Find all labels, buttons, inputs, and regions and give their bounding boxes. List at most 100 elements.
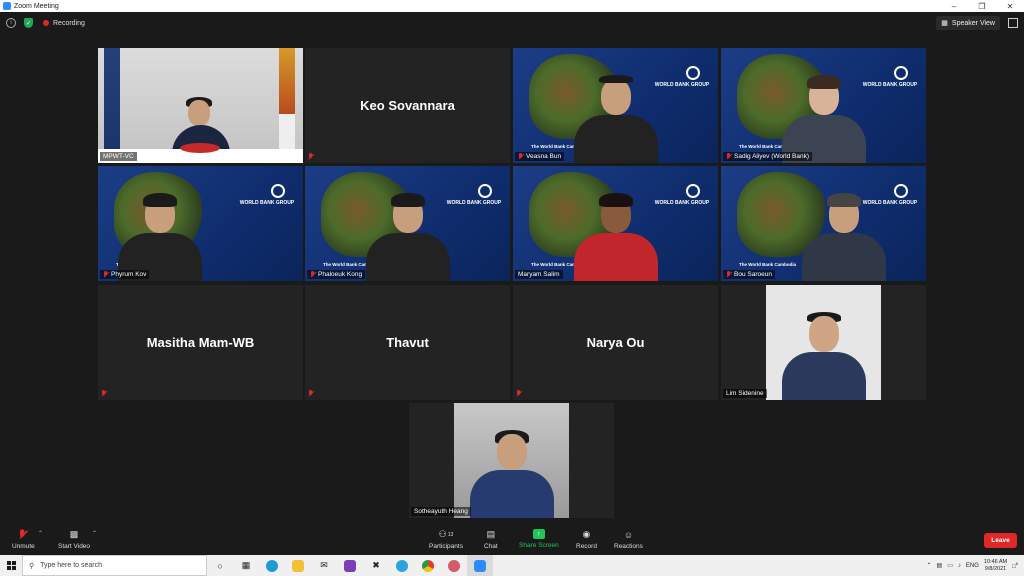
start-video-button[interactable]: ▩ Start Video [58,529,90,550]
clock-time: 10:46 AM [983,558,1008,565]
snipping-tool-icon[interactable] [441,555,467,576]
participant-name: Narya Ou [586,335,645,350]
participant-tile[interactable]: WORLD BANK GROUP The World Bank Cambodia… [98,166,303,281]
chat-icon: ▤ [486,529,496,539]
file-explorer-icon[interactable] [285,555,311,576]
video-off-icon: ▩ [69,529,79,539]
flowers [180,143,220,153]
notification-count: 6 [1015,561,1018,566]
participant-tile[interactable]: Lim Sidenine [721,285,926,400]
cortana-icon[interactable]: ○ [207,555,233,576]
chat-button[interactable]: ▤ Chat [484,529,498,550]
zoom-icon[interactable] [467,555,493,576]
taskbar-search-box[interactable]: ⚲ Type here to search [22,555,207,576]
muted-mic-icon [516,390,522,397]
record-icon: ◉ [582,529,591,539]
wb-group-text: WORLD BANK GROUP [239,200,295,206]
participant-label: Maryam Salim [515,270,563,279]
participant-video [776,67,872,163]
participant-video [568,67,664,163]
windows-start-icon[interactable] [0,555,22,576]
network-icon[interactable]: ▤ [937,562,943,569]
window-titlebar: Zoom Meeting – ❐ ✕ [0,0,1024,12]
reactions-button[interactable]: ☺ Reactions [614,529,643,551]
world-bank-logo-icon [271,184,285,198]
notification-center-icon[interactable]: □6 [1012,561,1018,570]
mail-icon[interactable]: ✉ [311,555,337,576]
clock-date: 9/8/2021 [984,565,1007,572]
xbox-icon[interactable]: ✖ [363,555,389,576]
world-bank-logo-icon [894,184,908,198]
muted-mic-icon [17,529,29,540]
participant-tile[interactable]: Keo Sovannara [305,48,510,163]
info-icon[interactable]: i [6,18,16,28]
search-icon: ⚲ [29,562,35,570]
chrome-icon[interactable] [415,555,441,576]
meeting-toolbar: Unmute ⌃ ▩ Start Video ⌃ ⚇ 13 Participant… [0,527,1024,555]
security-shield-icon[interactable]: ✓ [24,18,33,28]
search-placeholder: Type here to search [40,562,103,569]
recording-label: Recording [53,19,85,27]
participant-photo [464,422,560,518]
participant-tile[interactable]: MPWT-VC [98,48,303,163]
participant-tile[interactable]: WORLD BANK GROUP The World Bank Cambodia… [305,166,510,281]
window-controls: – ❐ ✕ [940,0,1024,12]
language-indicator[interactable]: ENG [966,563,979,569]
world-bank-logo-icon [478,184,492,198]
participants-icon: ⚇ 13 [438,529,454,539]
participants-button[interactable]: ⚇ 13 Participants [429,529,463,550]
record-label: Record [576,543,597,550]
profile-photo [766,285,881,400]
grid-view-icon: ▦ [941,20,948,27]
participant-tile[interactable]: Thavut [305,285,510,400]
telegram-icon[interactable] [389,555,415,576]
participant-label: Phyrum Kov [100,270,150,279]
participant-tile[interactable]: WORLD BANK GROUP The World Bank Cambodia… [513,48,718,163]
participant-video [112,185,208,281]
participant-tile-active-speaker[interactable]: WORLD BANK GROUP The World Bank Cambodia… [513,166,718,281]
edge-icon[interactable] [259,555,285,576]
task-view-icon[interactable]: ▦ [233,555,259,576]
participant-tile[interactable]: WORLD BANK GROUP The World Bank Cambodia… [721,166,926,281]
share-screen-button[interactable]: ↑ Share Screen [519,529,559,549]
participant-label: Sotheayuth Heang [411,507,471,516]
muted-mic-icon [308,153,314,160]
share-screen-icon: ↑ [532,529,545,539]
video-options-chevron-icon[interactable]: ⌃ [92,530,97,537]
chat-label: Chat [484,543,498,550]
zoom-logo-icon [3,2,11,10]
system-tray: ⌃ ▤ ▭ ♪ ENG 10:46 AM 9/8/2021 □6 [927,555,1024,576]
maximize-icon[interactable]: ❐ [968,0,996,12]
record-button[interactable]: ◉ Record [576,529,597,550]
flag-right [279,48,295,158]
participant-label: Phaloeuk Kong [307,270,366,279]
taskbar-clock[interactable]: 10:46 AM 9/8/2021 [984,559,1007,573]
world-bank-logo-icon [686,66,700,80]
window-title: Zoom Meeting [14,2,59,10]
world-bank-logo-icon [686,184,700,198]
participants-label: Participants [429,543,463,550]
audio-options-chevron-icon[interactable]: ⌃ [38,530,43,537]
participant-name: Thavut [386,335,429,350]
show-hidden-icons-icon[interactable]: ⌃ [927,562,932,569]
leave-button[interactable]: Leave [984,533,1017,548]
participant-tile[interactable]: Narya Ou [513,285,718,400]
reactions-icon: ☺ [623,529,634,540]
minimize-icon[interactable]: – [940,0,968,12]
participant-label: MPWT-VC [100,152,137,161]
fullscreen-icon[interactable] [1008,18,1018,28]
participants-count: 13 [447,531,454,538]
participant-tile[interactable]: Masitha Mam-WB [98,285,303,400]
meeting-topbar: i ✓ Recording [0,12,1024,34]
participant-video [796,185,892,281]
participant-tile[interactable]: WORLD BANK GROUP The World Bank Cambodia… [721,48,926,163]
battery-icon[interactable]: ▭ [947,562,953,569]
close-icon[interactable]: ✕ [996,0,1024,12]
muted-mic-icon [308,390,314,397]
unmute-button[interactable]: Unmute [12,529,35,550]
participant-tile[interactable]: Sotheayuth Heang [409,403,614,518]
speaker-view-button[interactable]: ▦ Speaker View [936,16,1000,30]
volume-icon[interactable]: ♪ [958,563,961,569]
reactions-label: Reactions [614,543,643,550]
photos-icon[interactable] [337,555,363,576]
